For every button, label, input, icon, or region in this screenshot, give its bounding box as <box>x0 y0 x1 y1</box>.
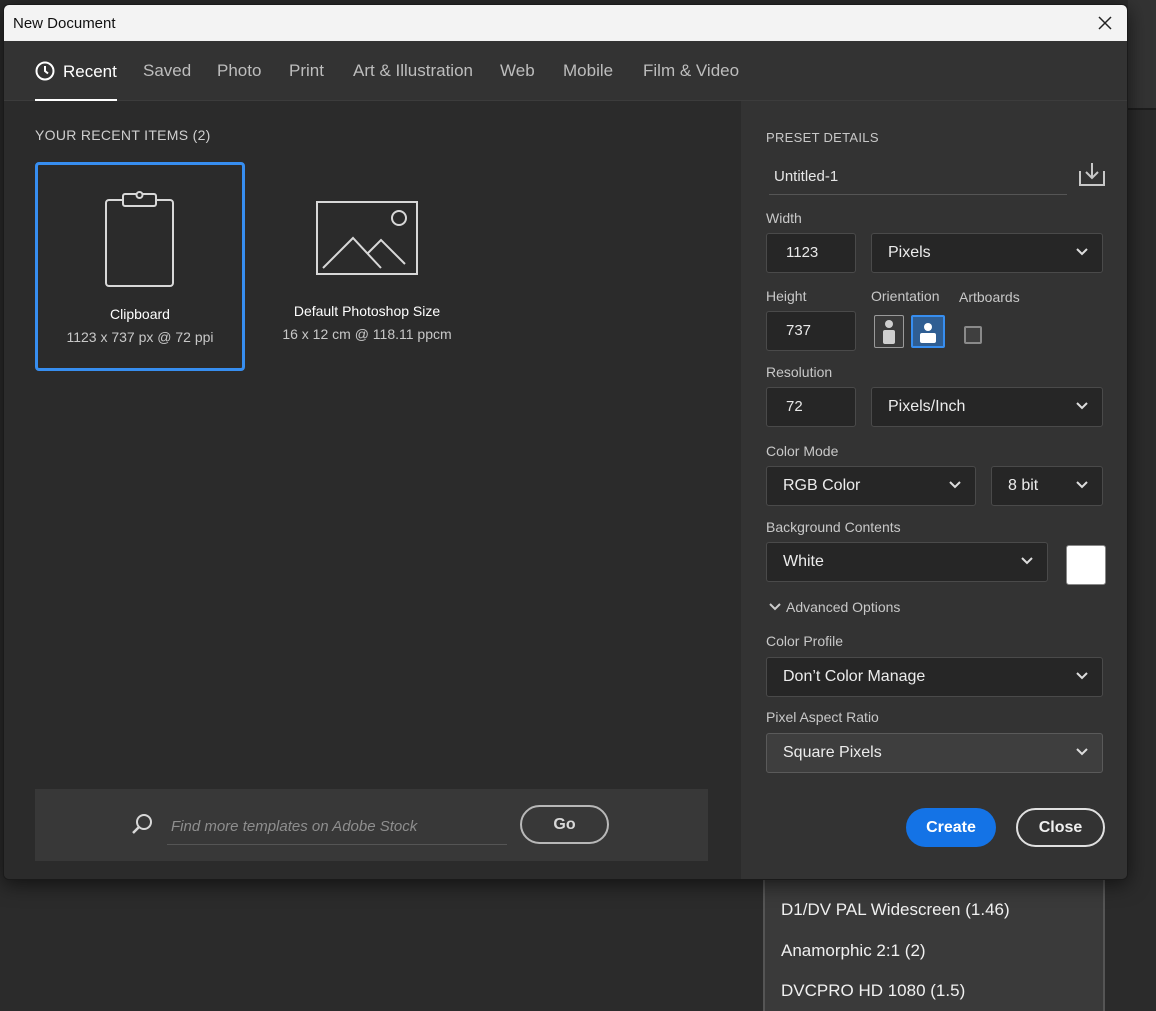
resolution-label: Resolution <box>766 364 833 380</box>
tab-recent[interactable]: Recent <box>35 61 117 101</box>
landscape-orientation-button[interactable] <box>911 315 945 348</box>
image-placeholder-icon <box>316 201 418 275</box>
chevron-down-icon <box>1076 248 1088 256</box>
select-value: Pixels/Inch <box>888 398 966 415</box>
tab-label: Recent <box>63 62 117 81</box>
chevron-down-icon <box>1076 481 1088 489</box>
height-input[interactable]: 737 <box>766 311 856 351</box>
clock-icon <box>35 61 55 86</box>
width-label: Width <box>766 210 802 226</box>
save-preset-icon[interactable] <box>1078 161 1106 187</box>
background-contents-label: Background Contents <box>766 519 901 535</box>
tab-film-video[interactable]: Film & Video <box>643 61 739 101</box>
tab-web[interactable]: Web <box>500 61 535 101</box>
go-button[interactable]: Go <box>520 805 609 844</box>
dropdown-option[interactable]: DVCPRO HD 1080 (1.5) <box>781 981 965 1001</box>
tab-saved[interactable]: Saved <box>143 61 191 101</box>
color-mode-select[interactable]: RGB Color <box>766 466 976 506</box>
background-contents-select[interactable]: White <box>766 542 1048 582</box>
dropdown-option[interactable]: D1/DV PAL Widescreen (1.46) <box>781 900 1010 920</box>
width-unit-select[interactable]: Pixels <box>871 233 1103 273</box>
recent-item-name: Clipboard <box>110 306 170 322</box>
close-icon[interactable] <box>1093 11 1117 35</box>
recent-items-heading: YOUR RECENT ITEMS (2) <box>35 127 211 143</box>
background-app-area <box>1128 0 1156 110</box>
tab-mobile[interactable]: Mobile <box>563 61 613 101</box>
dropdown-option[interactable]: Anamorphic 2:1 (2) <box>781 941 926 961</box>
bit-depth-select[interactable]: 8 bit <box>991 466 1103 506</box>
select-value: Square Pixels <box>783 744 882 761</box>
recent-item-default-size[interactable]: Default Photoshop Size 16 x 12 cm @ 118.… <box>262 162 472 371</box>
chevron-down-icon <box>1076 748 1088 756</box>
orientation-label: Orientation <box>871 288 940 304</box>
chevron-down-icon <box>1021 557 1033 565</box>
pixel-aspect-ratio-label: Pixel Aspect Ratio <box>766 709 879 725</box>
select-value: White <box>783 553 824 570</box>
pixel-aspect-ratio-select[interactable]: Square Pixels <box>766 733 1103 773</box>
create-button[interactable]: Create <box>906 808 996 847</box>
color-mode-label: Color Mode <box>766 443 839 459</box>
advanced-options-label: Advanced Options <box>786 599 901 615</box>
chevron-down-icon <box>1076 402 1088 410</box>
resolution-unit-select[interactable]: Pixels/Inch <box>871 387 1103 427</box>
recent-item-details: 1123 x 737 px @ 72 ppi <box>66 329 214 345</box>
select-value: RGB Color <box>783 477 861 494</box>
recent-item-name: Default Photoshop Size <box>293 303 441 319</box>
preset-details-heading: PRESET DETAILS <box>766 130 879 145</box>
preset-details-panel: PRESET DETAILS Untitled-1 Width 1123 Pix… <box>741 101 1127 879</box>
recent-item-details: 16 x 12 cm @ 118.11 ppcm <box>282 326 452 342</box>
tab-print[interactable]: Print <box>289 61 324 101</box>
background-divider <box>1128 108 1156 110</box>
stock-search-input[interactable] <box>167 809 507 845</box>
tab-art-illustration[interactable]: Art & Illustration <box>353 61 473 101</box>
artboards-label: Artboards <box>959 289 1020 305</box>
recent-item-clipboard[interactable]: Clipboard 1123 x 737 px @ 72 ppi <box>35 162 245 371</box>
stock-search-bar: Go <box>35 789 708 861</box>
select-value: Don’t Color Manage <box>783 668 926 685</box>
resolution-input[interactable]: 72 <box>766 387 856 427</box>
new-document-dialog: New Document Recent Saved Photo Print Ar… <box>3 4 1128 880</box>
portrait-person-icon <box>883 320 895 344</box>
advanced-options-toggle[interactable]: Advanced Options <box>769 599 900 615</box>
select-value: 8 bit <box>1008 477 1039 494</box>
select-value: Pixels <box>888 244 931 261</box>
chevron-down-icon <box>1076 672 1088 680</box>
title-bar: New Document <box>4 5 1127 41</box>
chevron-down-icon <box>769 603 781 611</box>
preset-name-field[interactable]: Untitled-1 <box>769 159 1067 195</box>
landscape-person-icon <box>920 323 936 343</box>
category-tabs: Recent Saved Photo Print Art & Illustrat… <box>4 41 1127 101</box>
artboards-checkbox[interactable] <box>964 326 982 344</box>
portrait-orientation-button[interactable] <box>874 315 904 348</box>
window-title: New Document <box>13 14 116 32</box>
close-button[interactable]: Close <box>1016 808 1105 847</box>
search-icon <box>132 814 152 834</box>
color-profile-select[interactable]: Don’t Color Manage <box>766 657 1103 697</box>
width-input[interactable]: 1123 <box>766 233 856 273</box>
pixel-aspect-dropdown-list[interactable]: D1/DV PAL Widescreen (1.46) Anamorphic 2… <box>763 870 1105 1011</box>
chevron-down-icon <box>949 481 961 489</box>
height-label: Height <box>766 288 807 304</box>
clipboard-icon <box>105 191 174 287</box>
background-color-swatch[interactable] <box>1066 545 1106 585</box>
color-profile-label: Color Profile <box>766 633 844 649</box>
recent-items-panel: YOUR RECENT ITEMS (2) Clipboard 1123 x 7… <box>4 101 741 879</box>
tab-photo[interactable]: Photo <box>217 61 261 101</box>
